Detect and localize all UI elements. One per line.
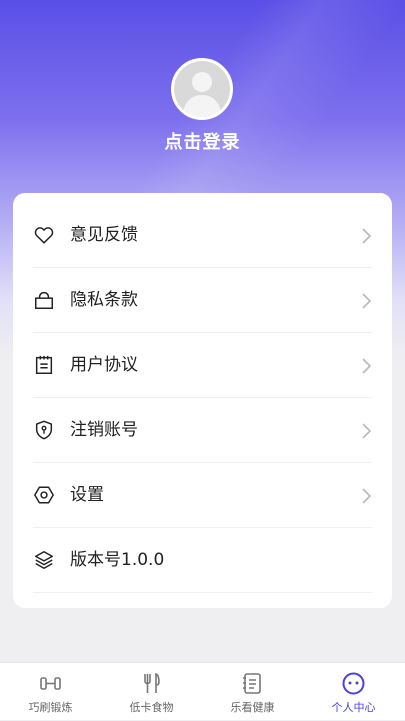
tab-label: 个人中心: [331, 701, 376, 714]
chevron-right-icon: [360, 422, 372, 440]
chevron-right-icon: [360, 292, 372, 310]
menu-item-label: 设置: [70, 485, 104, 505]
dumbbell-icon: [38, 671, 63, 696]
layers-icon: [33, 549, 55, 571]
tab-profile[interactable]: 个人中心: [303, 663, 404, 721]
clipboard-icon: [33, 354, 55, 376]
tab-health-reading[interactable]: 乐看健康: [202, 663, 303, 721]
tab-label: 乐看健康: [230, 701, 275, 714]
fork-knife-icon: [139, 671, 164, 696]
menu-item-delete-account[interactable]: 注销账号: [33, 398, 372, 463]
menu-card: 意见反馈 隐私条款 用户协议 注销账号 设置 版本号1.0.0: [13, 193, 392, 608]
version-label: 版本号1.0.0: [70, 550, 165, 570]
face-icon: [341, 671, 366, 696]
user-silhouette-icon: [174, 61, 230, 117]
tab-low-cal-food[interactable]: 低卡食物: [101, 663, 202, 721]
shield-icon: [33, 419, 55, 441]
menu-item-label: 意见反馈: [70, 225, 138, 245]
menu-item-privacy[interactable]: 隐私条款: [33, 268, 372, 333]
menu-item-settings[interactable]: 设置: [33, 463, 372, 528]
tab-label: 低卡食物: [129, 701, 174, 714]
menu-item-label: 注销账号: [70, 420, 138, 440]
chevron-right-icon: [360, 357, 372, 375]
notebook-icon: [240, 671, 265, 696]
hexagon-settings-icon: [33, 484, 55, 506]
menu-item-label: 用户协议: [70, 355, 138, 375]
heart-icon: [33, 224, 55, 246]
login-link[interactable]: 点击登录: [0, 128, 405, 154]
chevron-right-icon: [360, 487, 372, 505]
menu-item-version: 版本号1.0.0: [33, 528, 372, 593]
avatar[interactable]: [171, 58, 233, 120]
menu-item-label: 隐私条款: [70, 290, 138, 310]
tab-label: 巧刷锻炼: [28, 701, 73, 714]
menu-item-user-agreement[interactable]: 用户协议: [33, 333, 372, 398]
menu-item-feedback[interactable]: 意见反馈: [33, 203, 372, 268]
bottom-tab-bar: 巧刷锻炼 低卡食物 乐看健康 个人中心: [0, 662, 405, 720]
chevron-right-icon: [360, 227, 372, 245]
tab-workout[interactable]: 巧刷锻炼: [0, 663, 101, 721]
lock-icon: [33, 289, 55, 311]
